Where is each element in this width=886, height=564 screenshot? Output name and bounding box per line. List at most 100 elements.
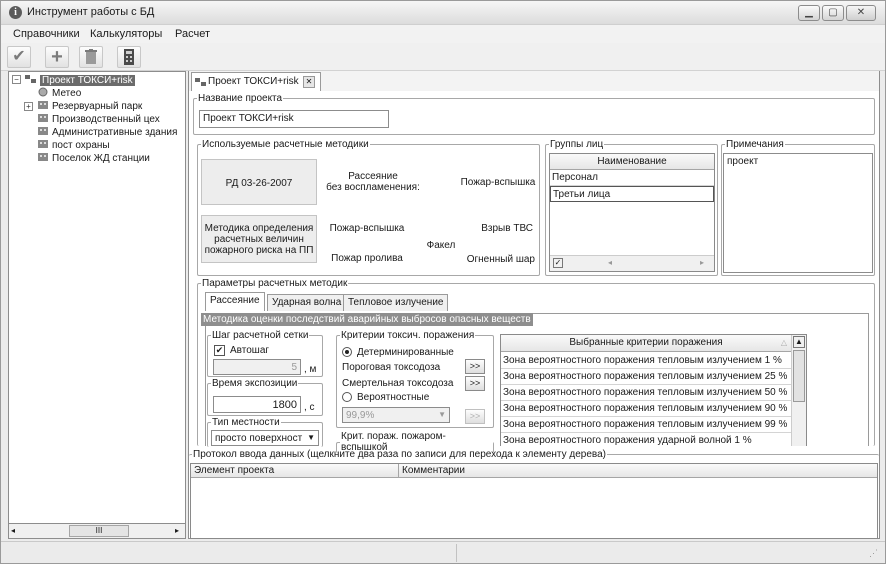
menu-calculators[interactable]: Калькуляторы	[90, 28, 162, 40]
scenario-flash-fire-2[interactable]: Пожар-вспышка	[327, 223, 407, 234]
scroll-up-icon[interactable]: ▲	[793, 336, 805, 348]
building-icon	[37, 113, 49, 123]
close-button[interactable]: ✕	[846, 5, 876, 21]
lethal-dose-label: Смертельная токсодоза	[342, 378, 454, 389]
terrain-select[interactable]: просто поверхност ▼	[211, 430, 319, 446]
radio-dot	[345, 350, 349, 354]
log-col-element[interactable]: Элемент проекта	[191, 464, 399, 478]
tree-item-settlement[interactable]: Поселок ЖД станции	[37, 152, 150, 164]
deterministic-label: Детерминированные	[357, 347, 454, 358]
auto-step-checkbox[interactable]: ✔	[214, 345, 225, 356]
scenario-flash-fire[interactable]: Пожар-вспышка	[459, 177, 537, 188]
toolbar: ✔ +	[1, 43, 885, 71]
minimize-button[interactable]: ▁	[798, 5, 820, 21]
expand-icon[interactable]: +	[24, 102, 33, 111]
menu-handbooks[interactable]: Справочники	[13, 28, 80, 40]
project-name-input[interactable]: Проект ТОКСИ+risk	[199, 110, 389, 128]
exposure-legend: Время экспозиции	[212, 378, 298, 389]
groups-table[interactable]: Наименование Персонал Третьи лица ✓ ◂ ▸	[549, 153, 715, 272]
methods-legend: Используемые расчетные методики	[202, 139, 369, 150]
table-row[interactable]: Зона вероятностного поражения тепловым и…	[501, 401, 791, 417]
table-row[interactable]: Зона вероятностного поражения ударной во…	[501, 433, 791, 446]
threshold-more-button[interactable]: >>	[465, 359, 485, 374]
tab-shock-wave[interactable]: Ударная волна	[267, 294, 347, 311]
scroll-thumb[interactable]	[793, 350, 805, 402]
calculator-icon[interactable]	[117, 46, 141, 68]
collapse-icon[interactable]: −	[12, 75, 21, 84]
tree-item-tank-farm[interactable]: Резервуарный парк	[37, 100, 142, 112]
table-row[interactable]: Зона вероятностного поражения тепловым и…	[501, 417, 791, 433]
probabilistic-radio[interactable]	[342, 392, 352, 402]
probabilistic-more-button[interactable]: >>	[465, 409, 485, 424]
groups-legend: Группы лиц	[550, 139, 604, 150]
notes-textarea[interactable]: проект	[723, 153, 873, 273]
method-fire-risk-label: Методика определения расчетных величин п…	[204, 223, 314, 256]
chevron-down-icon: ▼	[438, 410, 446, 419]
meteo-icon	[37, 87, 49, 97]
close-tab-icon[interactable]: ✕	[303, 76, 315, 88]
status-bar: ⋰	[1, 541, 885, 563]
menu-calculation[interactable]: Расчет	[175, 28, 210, 40]
method-rd-box[interactable]: РД 03-26-2007	[201, 159, 317, 205]
scroll-left-icon[interactable]: ◂	[608, 258, 612, 267]
tree-root[interactable]: Проект ТОКСИ+risk	[25, 74, 135, 86]
criteria-table[interactable]: Выбранные критерии поражения △ Зона веро…	[500, 334, 807, 446]
chevron-down-icon: ▼	[307, 433, 315, 442]
criteria-scrollbar[interactable]: ▲	[791, 335, 806, 446]
table-row[interactable]: Зона вероятностного поражения тепловым и…	[501, 369, 791, 385]
building-icon	[37, 152, 49, 162]
scenario-jet-fire[interactable]: Факел	[421, 240, 461, 251]
table-row[interactable]: Третьи лица	[550, 186, 714, 202]
scroll-left-icon[interactable]: ◂	[11, 526, 15, 535]
table-row[interactable]: Персонал	[550, 170, 714, 186]
log-col-comments[interactable]: Комментарии	[399, 464, 877, 478]
tree-horizontal-scrollbar[interactable]: ◂ III ▸	[8, 523, 186, 539]
tree-item-workshop[interactable]: Производственный цех	[37, 113, 160, 125]
delete-icon[interactable]	[79, 46, 103, 68]
table-row[interactable]: Зона вероятностного поражения тепловым и…	[501, 385, 791, 401]
auto-step-label: Автошаг	[230, 345, 270, 356]
menu-bar: Справочники Калькуляторы Расчет	[1, 25, 885, 43]
tree-item-guard-post[interactable]: пост охраны	[37, 139, 110, 151]
exposure-input[interactable]: 1800	[213, 396, 301, 413]
threshold-dose-label: Пороговая токсодоза	[342, 362, 441, 373]
resize-grip-icon[interactable]: ⋰	[869, 548, 878, 559]
groups-scrollbar[interactable]: ✓ ◂ ▸	[550, 255, 714, 271]
scenario-fireball[interactable]: Огненный шар	[461, 254, 535, 265]
window-title: Инструмент работы с БД	[27, 6, 155, 18]
deterministic-radio[interactable]	[342, 347, 352, 357]
project-tree[interactable]: − Проект ТОКСИ+risk Метео + Резервуарный…	[8, 71, 186, 539]
tree-item-admin[interactable]: Административные здания	[37, 126, 177, 138]
scroll-right-icon[interactable]: ▸	[700, 258, 704, 267]
app-info-icon: i	[9, 6, 22, 19]
scroll-thumb[interactable]: III	[69, 525, 129, 537]
criteria-header[interactable]: Выбранные критерии поражения △	[501, 335, 791, 352]
probabilistic-select[interactable]: 99,9% ▼	[342, 407, 450, 423]
scroll-right-icon[interactable]: ▸	[175, 526, 179, 535]
status-divider	[456, 544, 457, 562]
check-icon[interactable]: ✔	[7, 46, 31, 68]
tab-thermal-radiation[interactable]: Тепловое излучение	[343, 294, 449, 311]
input-log-table[interactable]: Элемент проекта Комментарии	[190, 463, 878, 539]
tree-item-meteo[interactable]: Метео	[37, 87, 81, 99]
scenario-vce[interactable]: Взрыв ТВС	[471, 223, 533, 234]
tab-dispersion[interactable]: Рассеяние	[205, 292, 265, 311]
method-fire-risk-box[interactable]: Методика определения расчетных величин п…	[201, 215, 317, 263]
lethal-more-button[interactable]: >>	[465, 376, 485, 391]
document-tab[interactable]: Проект ТОКСИ+risk ✕	[191, 72, 321, 91]
building-icon	[37, 139, 49, 149]
maximize-button[interactable]: ▢	[822, 5, 844, 21]
table-row[interactable]: Зона вероятностного поражения тепловым и…	[501, 353, 791, 369]
scenario-pool-fire[interactable]: Пожар пролива	[327, 253, 407, 264]
params-legend: Параметры расчетных методик	[202, 278, 348, 289]
building-icon	[37, 100, 49, 110]
edit-check-icon[interactable]: ✓	[553, 258, 563, 268]
terrain-legend: Тип местности	[212, 417, 280, 428]
scenario-dispersion[interactable]: Рассеяние без воспламенения:	[323, 171, 423, 193]
groups-header[interactable]: Наименование	[550, 154, 714, 170]
add-icon[interactable]: +	[45, 46, 69, 68]
title-bar: i Инструмент работы с БД ▁ ▢ ✕	[1, 1, 885, 25]
method-banner: Методика оценки последствий аварийных вы…	[201, 313, 533, 326]
grid-step-input[interactable]: 5	[213, 359, 301, 375]
grid-step-unit: , м	[304, 364, 317, 375]
